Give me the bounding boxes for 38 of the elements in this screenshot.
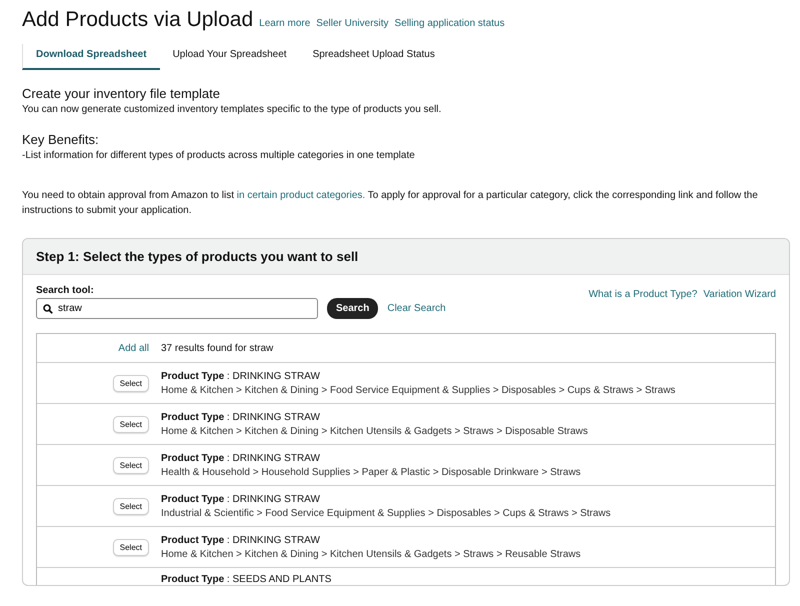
search-label: Search tool:: [36, 285, 95, 296]
category-path: Health & Household > Household Supplies > Paper & Plastic > Disposable Drinkware > Straws: [161, 466, 581, 478]
section-heading: Create your inventory file template: [22, 86, 221, 101]
category-path: Home & Kitchen > Kitchen & Dining > Food Service Equipment & Supplies > Disposables > Cups & Straws > Straws: [161, 384, 676, 396]
page-title: Add Products via Upload: [22, 8, 254, 32]
tab[interactable]: Spreadsheet Upload Status: [300, 44, 448, 70]
step-title: Step 1: Select the types of products you want to sell: [36, 249, 358, 264]
clear-search-link[interactable]: Clear Search: [387, 303, 446, 314]
product-type: Product Type : SEEDS AND PLANTS: [161, 574, 332, 585]
tab[interactable]: Upload Your Spreadsheet: [160, 44, 300, 70]
help-link[interactable]: What is a Product Type?: [588, 289, 698, 300]
select-button[interactable]: Select: [112, 456, 149, 474]
header-link[interactable]: Learn more: [259, 18, 310, 29]
categories-link[interactable]: in certain product categories.: [236, 190, 366, 201]
select-button[interactable]: Select: [112, 538, 149, 556]
tab[interactable]: Download Spreadsheet: [22, 44, 160, 70]
product-type: Product Type : DRINKING STRAW: [161, 534, 321, 546]
help-link[interactable]: Variation Wizard: [703, 289, 776, 300]
search-field[interactable]: straw: [36, 298, 318, 319]
description-text: You can now generate customized inventory templates specific to the type of products you sell.: [22, 103, 442, 117]
search-button[interactable]: Search: [327, 298, 378, 319]
header-link[interactable]: Selling application status: [394, 18, 505, 29]
category-path: Home & Kitchen > Kitchen & Dining > Kitchen Utensils & Gadgets > Straws > Disposable Straws: [161, 426, 588, 436]
category-path: Home & Kitchen > Kitchen & Dining > Kitchen Utensils & Gadgets > Straws > Reusable Straws: [161, 548, 581, 560]
select-button[interactable]: Select: [112, 498, 149, 514]
select-button[interactable]: Select: [112, 374, 149, 392]
add-all-link[interactable]: Add all: [118, 342, 149, 354]
header-link[interactable]: Seller University: [316, 18, 389, 29]
section-heading: Key Benefits:: [22, 132, 100, 146]
approval-text: You need to obtain approval from Amazon to list in certain product categories. To apply for approval for a particular category, click the corresponding link and follow the instructions to submit your application.: [22, 189, 759, 218]
product-type: Product Type : DRINKING STRAW: [161, 452, 321, 464]
product-type: Product Type : DRINKING STRAW: [161, 412, 321, 422]
select-button[interactable]: Select: [112, 416, 149, 432]
product-type: Product Type : DRINKING STRAW: [161, 494, 321, 504]
product-type: Product Type : DRINKING STRAW: [161, 370, 321, 382]
category-path: Industrial & Scientific > Food Service Equipment & Supplies > Disposables > Cups & Straws > Straws: [161, 508, 611, 518]
benefit-text: -List information for different types of products across multiple categories in one template: [22, 148, 416, 162]
results-count: 37 results found for straw: [161, 342, 274, 354]
